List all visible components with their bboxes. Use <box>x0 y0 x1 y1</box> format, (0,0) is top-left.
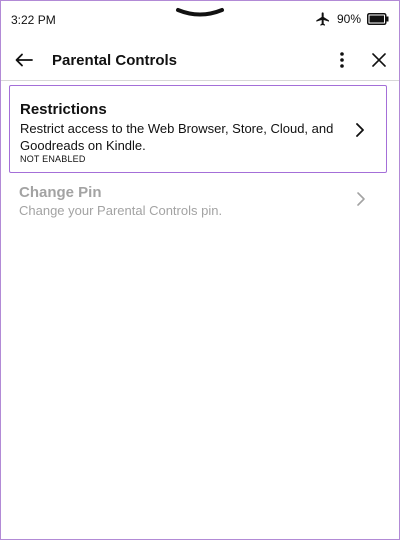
change-pin-item[interactable]: Change Pin Change your Parental Controls… <box>9 177 387 229</box>
restrictions-title: Restrictions <box>20 101 107 118</box>
pull-handle-icon[interactable] <box>175 5 225 19</box>
more-options-button[interactable] <box>334 49 350 71</box>
restrictions-status: NOT ENABLED <box>20 154 86 164</box>
back-button[interactable] <box>11 49 37 71</box>
change-pin-description: Change your Parental Controls pin. <box>19 203 223 218</box>
app-frame: 3:22 PM 90% Parental Controls Restrictio… <box>0 0 400 540</box>
close-button[interactable] <box>367 49 391 71</box>
chevron-right-icon <box>357 192 365 206</box>
close-icon <box>372 53 386 67</box>
restrictions-item[interactable]: Restrictions Restrict access to the Web … <box>9 85 387 173</box>
change-pin-title: Change Pin <box>19 184 102 201</box>
header-bar: Parental Controls <box>1 39 399 81</box>
status-time: 3:22 PM <box>11 13 56 27</box>
airplane-icon <box>316 12 329 26</box>
status-bar: 3:22 PM 90% <box>1 1 399 37</box>
chevron-right-icon <box>356 123 364 137</box>
battery-icon <box>367 13 389 25</box>
page-title: Parental Controls <box>52 52 178 69</box>
status-indicators: 90% <box>315 11 389 27</box>
more-vertical-icon <box>340 52 344 68</box>
back-arrow-icon <box>15 53 33 67</box>
battery-percent: 90% <box>336 12 361 26</box>
restrictions-description: Restrict access to the Web Browser, Stor… <box>20 121 334 153</box>
